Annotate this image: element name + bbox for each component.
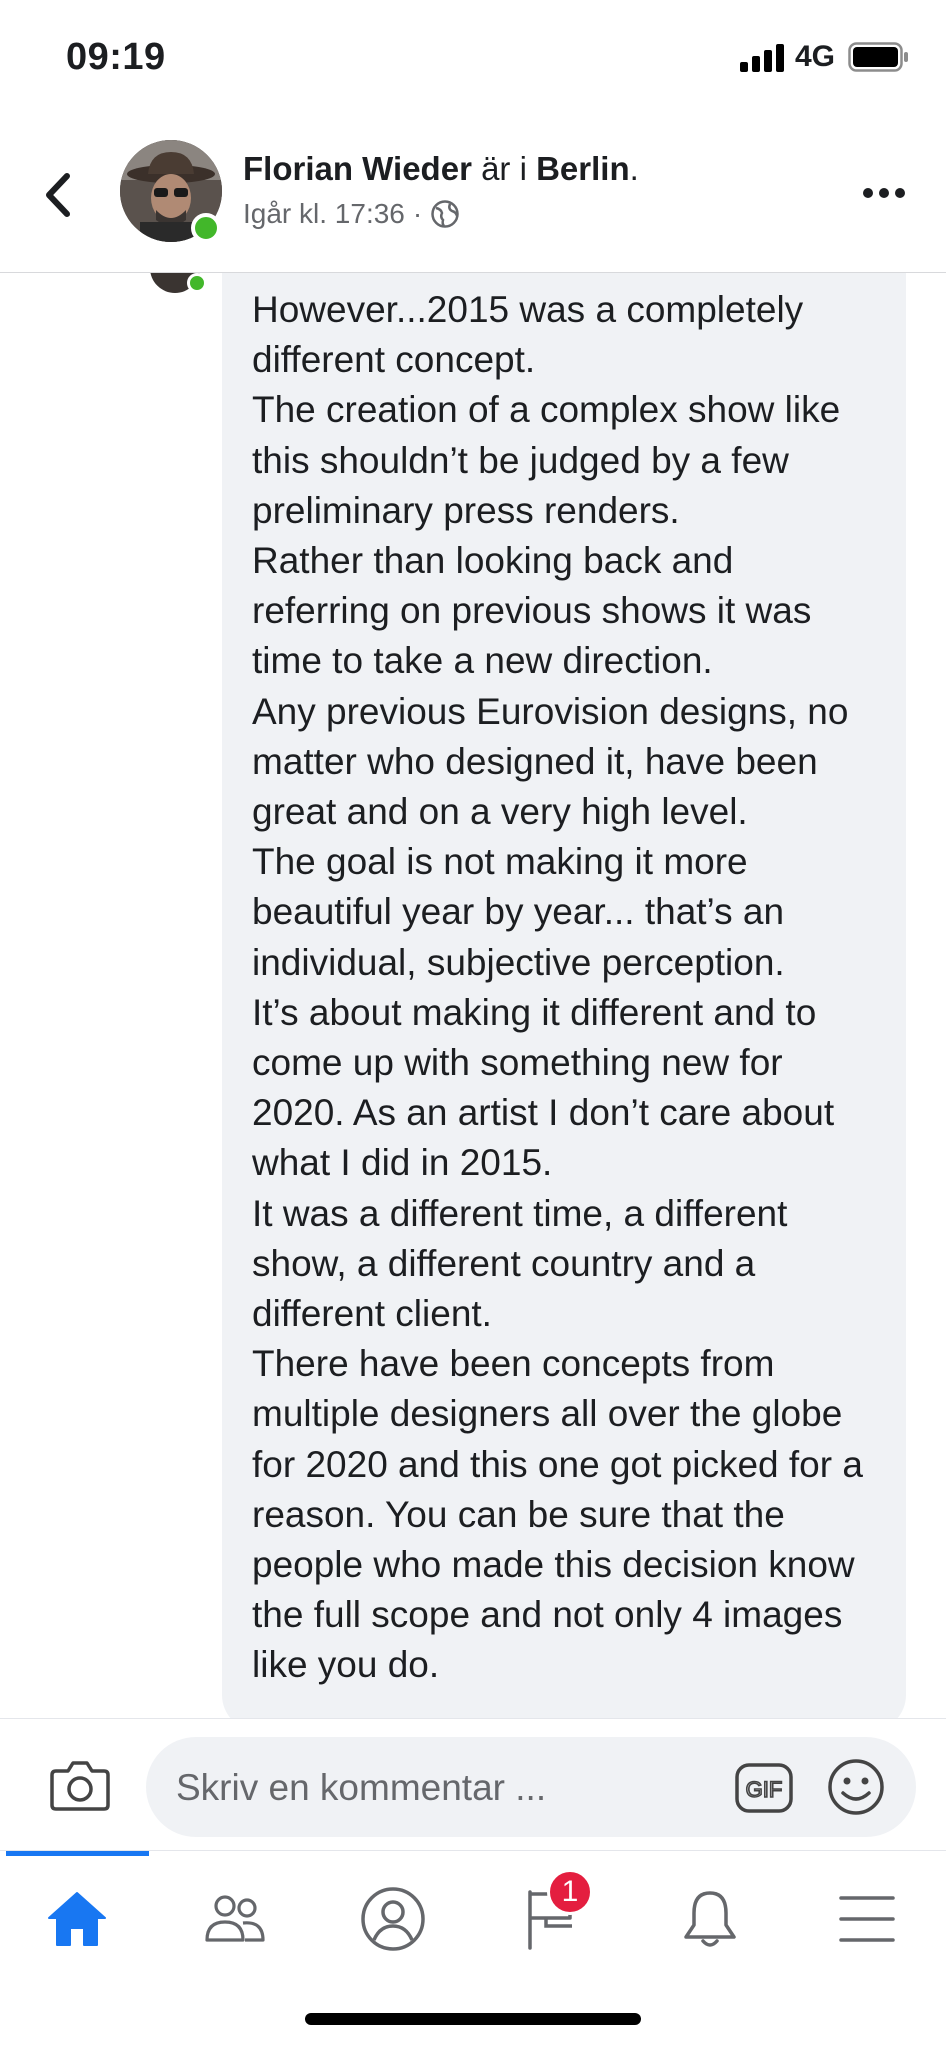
camera-icon[interactable] [48,1757,112,1813]
home-indicator [305,2013,641,2025]
post-header: Florian Wieder är i Berlin. Igår kl. 17:… [0,118,946,273]
comment-bubble[interactable]: However...2015 was a completely differen… [222,273,906,1718]
comment-paragraph: Any previous Eurovision designs, no matt… [252,690,849,833]
comment-online-dot [187,273,207,293]
title-period: . [629,150,639,187]
friends-icon [205,1895,265,1942]
status-time: 09:19 [66,36,166,78]
tab-friends[interactable] [170,1869,300,1969]
battery-icon [848,42,908,72]
notification-badge: 1 [547,1869,593,1915]
tab-home[interactable] [12,1869,142,1969]
more-dot-icon [879,188,889,198]
profile-icon [361,1887,425,1951]
comment-thread: However...2015 was a completely differen… [0,273,946,1718]
comment-paragraph: There have been concepts from multiple d… [252,1343,863,1686]
location-name[interactable]: Berlin [536,150,630,187]
emoji-icon[interactable] [826,1757,886,1817]
post-timestamp[interactable]: Igår kl. 17:36 [243,198,405,230]
more-dot-icon [863,188,873,198]
author-name[interactable]: Florian Wieder [243,150,472,187]
meta-separator: · [412,198,423,229]
home-icon [48,1892,106,1946]
tab-pages[interactable]: 1 [487,1869,617,1969]
tab-menu[interactable] [802,1869,932,1969]
back-button[interactable] [30,160,86,230]
title-connector: är i [481,150,527,187]
tab-profile[interactable] [328,1869,458,1969]
bottom-tab-bar: 1 [0,1850,946,2048]
post-title: Florian Wieder är i Berlin. [243,150,639,188]
comment-paragraph: The goal is not making it more beautiful… [252,841,785,983]
comment-paragraph: The creation of a complex show like this… [252,389,841,531]
chevron-left-icon [46,173,70,217]
online-status-dot [191,213,221,243]
more-options-button[interactable] [856,178,912,208]
comment-placeholder: Skriv en kommentar ... [176,1767,547,1808]
status-bar: 09:19 4G [0,0,946,118]
globe-icon [431,200,459,228]
post-meta: Igår kl. 17:36 · [243,198,460,230]
comment-text: However...2015 was a completely differen… [252,285,876,1691]
comment-paragraph: However...2015 was a completely differen… [252,289,804,381]
network-label: 4G [795,40,836,73]
signal-icon [740,44,784,72]
gif-icon[interactable]: GIF [734,1762,794,1814]
gif-label: GIF [746,1777,783,1802]
comment-composer: Skriv en kommentar ... GIF [0,1718,946,1850]
bell-icon [684,1891,736,1947]
comment-paragraph: It’s about making it different and to co… [252,991,835,1184]
comment-input[interactable]: Skriv en kommentar ... GIF [146,1737,916,1837]
more-dot-icon [895,188,905,198]
comment-paragraph: Rather than looking back and referring o… [252,540,812,682]
active-tab-indicator [6,1851,149,1856]
menu-icon [839,1896,895,1942]
tab-notifications[interactable] [645,1869,775,1969]
comment-paragraph: It was a different time, a different sho… [252,1192,788,1335]
